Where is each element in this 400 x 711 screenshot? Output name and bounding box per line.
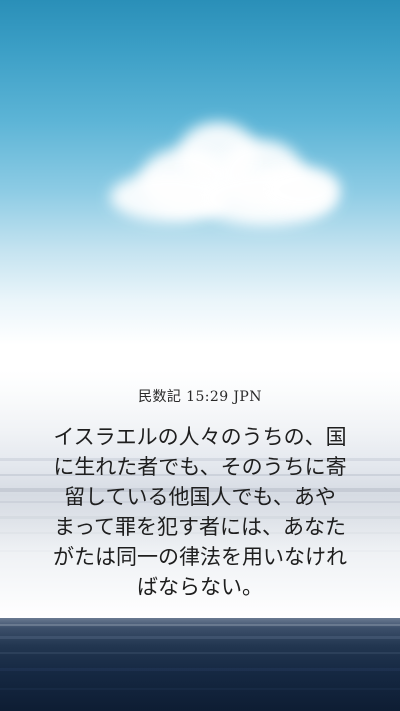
verse-line: まって罪を犯す者には、あなた xyxy=(53,515,347,539)
verse-text: イスラエルの人々のうちの、国 に生れた者でも、そのうちに寄 留している他国人でも… xyxy=(38,422,362,602)
sea-streaks xyxy=(0,624,400,690)
verse-panel: 民数記 15:29 JPN イスラエルの人々のうちの、国 に生れた者でも、そのう… xyxy=(0,370,400,618)
verse-line: がたは同一の律法を用いなけれ xyxy=(53,545,347,569)
verse-line: ばならない。 xyxy=(137,575,263,599)
verse-line: 留している他国人でも、あや xyxy=(64,485,336,509)
verse-line: イスラエルの人々のうちの、国 xyxy=(53,425,347,449)
verse-reference: 民数記 15:29 JPN xyxy=(138,389,262,405)
verse-wallpaper: 民数記 15:29 JPN イスラエルの人々のうちの、国 に生れた者でも、そのう… xyxy=(0,0,400,711)
sea-background xyxy=(0,618,400,711)
cloud xyxy=(100,110,360,250)
verse-line: に生れた者でも、そのうちに寄 xyxy=(53,455,347,479)
